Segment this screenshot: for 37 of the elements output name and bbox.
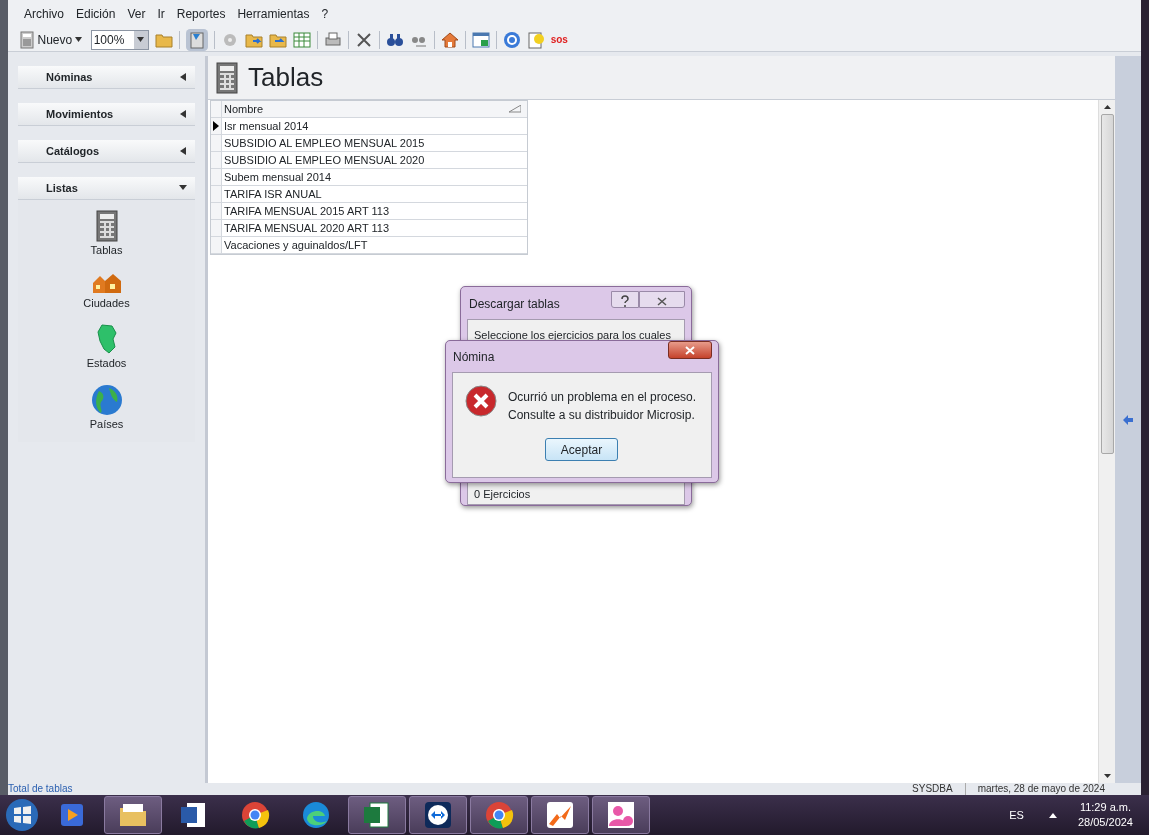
table-cell[interactable]: TARIFA MENSUAL 2020 ART 113 <box>222 220 527 236</box>
section-header[interactable]: Catálogos <box>18 140 195 163</box>
section-header[interactable]: Nóminas <box>18 66 195 89</box>
table-cell[interactable]: Subem mensual 2014 <box>222 169 527 185</box>
status-date: martes, 28 de mayo de 2024 <box>976 783 1106 795</box>
section-header[interactable]: Movimientos <box>18 103 195 126</box>
sidebar-item[interactable]: Ciudades <box>83 294 130 311</box>
table-cell[interactable]: TARIFA ISR ANUAL <box>222 186 527 202</box>
status-text: Total de tablas <box>8 783 73 795</box>
ok-button[interactable]: Aceptar <box>545 438 618 461</box>
table-cell[interactable]: SUBSIDIO AL EMPLEO MENSUAL 2020 <box>222 152 527 168</box>
table-cell[interactable]: Isr mensual 2014 <box>222 118 527 134</box>
menu-item[interactable]: Ver <box>127 5 146 23</box>
new-button[interactable]: Nuevo <box>16 30 85 49</box>
table-cell[interactable]: SUBSIDIO AL EMPLEO MENSUAL 2015 <box>222 135 527 151</box>
section-header[interactable]: Listas <box>18 177 195 200</box>
language-indicator[interactable]: ES <box>1009 806 1024 824</box>
menu-item[interactable]: Ir <box>157 5 165 23</box>
dialog-title: Nómina <box>453 349 495 366</box>
menu-item[interactable]: Herramientas <box>237 5 310 23</box>
sos-button[interactable]: sos <box>550 32 568 47</box>
dialog-title: Descargar tablas <box>469 296 560 313</box>
sidebar-item[interactable]: Estados <box>86 355 127 372</box>
sidebar-item[interactable]: Tablas <box>90 242 123 259</box>
menu-item[interactable]: ? <box>321 5 329 23</box>
dialog-text: 0 Ejercicios <box>474 486 531 502</box>
page-title: Tablas <box>248 61 324 94</box>
table-cell[interactable]: TARIFA MENSUAL 2015 ART 113 <box>222 203 527 219</box>
error-message: Ocurrió un problema en el proceso. Consulte a su distribuidor Microsip. <box>508 389 697 424</box>
menu-item[interactable]: Archivo <box>24 5 64 23</box>
menu-item[interactable]: Reportes <box>176 5 226 23</box>
sidebar-item[interactable]: Países <box>89 415 124 432</box>
menu-item[interactable]: Edición <box>76 5 116 23</box>
dialog-text: Seleccione los ejercicios para los cuales <box>474 328 671 343</box>
table-cell[interactable]: Vacaciones y aguinaldos/LFT <box>222 237 527 253</box>
clock[interactable]: 11:29 a.m. 28/05/2024 <box>1077 800 1149 830</box>
zoom-field[interactable]: 100% <box>90 29 149 50</box>
